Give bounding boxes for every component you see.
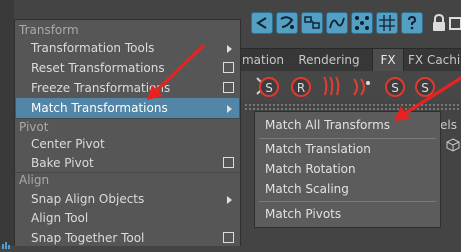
menu-item-center-pivot[interactable]: Center Pivot bbox=[16, 134, 239, 154]
fx-fields-icon[interactable] bbox=[350, 75, 372, 97]
submenu-arrow-icon bbox=[227, 105, 232, 113]
left-toolbox-strip bbox=[0, 0, 14, 246]
submenu-item-match-translation[interactable]: Match Translation bbox=[255, 139, 440, 159]
select-objects-icon[interactable] bbox=[301, 12, 323, 34]
menu-item-label: Freeze Transformations bbox=[31, 81, 171, 95]
section-header-transform: Transform bbox=[19, 23, 79, 37]
snap-to-curves-icon[interactable] bbox=[326, 12, 348, 34]
submenu-item-label: Match All Transforms bbox=[265, 118, 391, 132]
menu-item-freeze-transformations[interactable]: Freeze Transformations bbox=[16, 78, 239, 98]
svg-text:R: R bbox=[297, 81, 305, 95]
submenu-item-match-pivots[interactable]: Match Pivots bbox=[255, 204, 440, 224]
shelf-icon-row: S R S S bbox=[238, 71, 461, 101]
submenu-item-match-rotation[interactable]: Match Rotation bbox=[255, 159, 440, 179]
match-transformations-submenu: Match All Transforms Match Translation M… bbox=[254, 111, 441, 228]
submenu-item-match-all-transforms[interactable]: Match All Transforms bbox=[255, 115, 440, 135]
option-box-icon[interactable] bbox=[223, 62, 234, 73]
option-box-icon[interactable] bbox=[223, 232, 234, 243]
panel-label-fragment: els bbox=[440, 118, 457, 132]
snap-to-points-icon[interactable] bbox=[351, 12, 373, 34]
shelf-tab-rendering[interactable]: Rendering bbox=[292, 49, 366, 71]
fx-hair-icon[interactable] bbox=[320, 75, 342, 97]
submenu-item-match-scaling[interactable]: Match Scaling bbox=[255, 179, 440, 199]
menu-item-label: Match Transformations bbox=[31, 101, 168, 115]
svg-text:S: S bbox=[391, 81, 399, 95]
menu-item-match-transformations[interactable]: Match Transformations bbox=[16, 98, 239, 118]
menu-item-label: Snap Align Objects bbox=[31, 192, 145, 206]
menu-item-label: Reset Transformations bbox=[31, 61, 165, 75]
modify-menu: Transform Transformation Tools Reset Tra… bbox=[14, 19, 241, 246]
svg-text:S: S bbox=[265, 81, 273, 95]
select-components-icon[interactable] bbox=[276, 12, 298, 34]
menu-item-snap-align-objects[interactable]: Snap Align Objects bbox=[16, 189, 239, 209]
chart-bars-icon bbox=[2, 238, 12, 249]
fx-constraint-icon[interactable]: S bbox=[384, 75, 406, 97]
menu-item-label: Snap Together Tool bbox=[31, 231, 145, 245]
menu-item-label: Bake Pivot bbox=[31, 156, 94, 170]
section-header-align: Align bbox=[19, 173, 50, 187]
status-line-toolbar bbox=[238, 0, 461, 46]
shelf-tab-animation[interactable]: mation bbox=[238, 49, 288, 71]
option-box-icon[interactable] bbox=[223, 82, 234, 93]
fx-soft-body-icon[interactable]: S bbox=[258, 75, 280, 97]
help-question-icon[interactable] bbox=[401, 12, 423, 34]
svg-text:S: S bbox=[421, 81, 429, 95]
menu-item-align-tool[interactable]: Align Tool bbox=[16, 208, 239, 228]
shelf-tab-bar: mation Rendering FX FX Cachi bbox=[238, 48, 461, 71]
submenu-arrow-icon bbox=[227, 196, 232, 204]
shelf-separator-grip bbox=[244, 103, 461, 111]
submenu-item-label: Match Pivots bbox=[265, 207, 342, 221]
submenu-item-label: Match Scaling bbox=[265, 182, 349, 196]
menu-item-snap-together-tool[interactable]: Snap Together Tool bbox=[16, 228, 239, 248]
option-box-icon[interactable] bbox=[223, 157, 234, 168]
submenu-divider bbox=[259, 201, 436, 202]
menu-item-transformation-tools[interactable]: Transformation Tools bbox=[16, 38, 239, 58]
menu-item-label: Transformation Tools bbox=[31, 41, 155, 55]
submenu-item-label: Match Translation bbox=[265, 142, 371, 156]
snap-to-grid-icon[interactable] bbox=[376, 12, 398, 34]
submenu-item-label: Match Rotation bbox=[265, 162, 356, 176]
fx-nucleus-icon[interactable]: S bbox=[414, 75, 436, 97]
menu-item-bake-pivot[interactable]: Bake Pivot bbox=[16, 153, 239, 173]
lock-icon[interactable] bbox=[429, 12, 449, 34]
menu-item-reset-transformations[interactable]: Reset Transformations bbox=[16, 58, 239, 78]
shelf-tab-fx-caching[interactable]: FX Cachi bbox=[408, 49, 461, 71]
cube-icon[interactable] bbox=[446, 138, 460, 152]
menu-item-label: Align Tool bbox=[31, 211, 89, 225]
render-view-icon[interactable] bbox=[449, 12, 461, 34]
submenu-arrow-icon bbox=[227, 45, 232, 53]
select-hierarchy-icon[interactable] bbox=[251, 12, 273, 34]
menu-item-label: Center Pivot bbox=[31, 137, 105, 151]
fx-rigid-body-icon[interactable]: R bbox=[290, 75, 312, 97]
shelf-tab-fx[interactable]: FX bbox=[372, 49, 404, 71]
